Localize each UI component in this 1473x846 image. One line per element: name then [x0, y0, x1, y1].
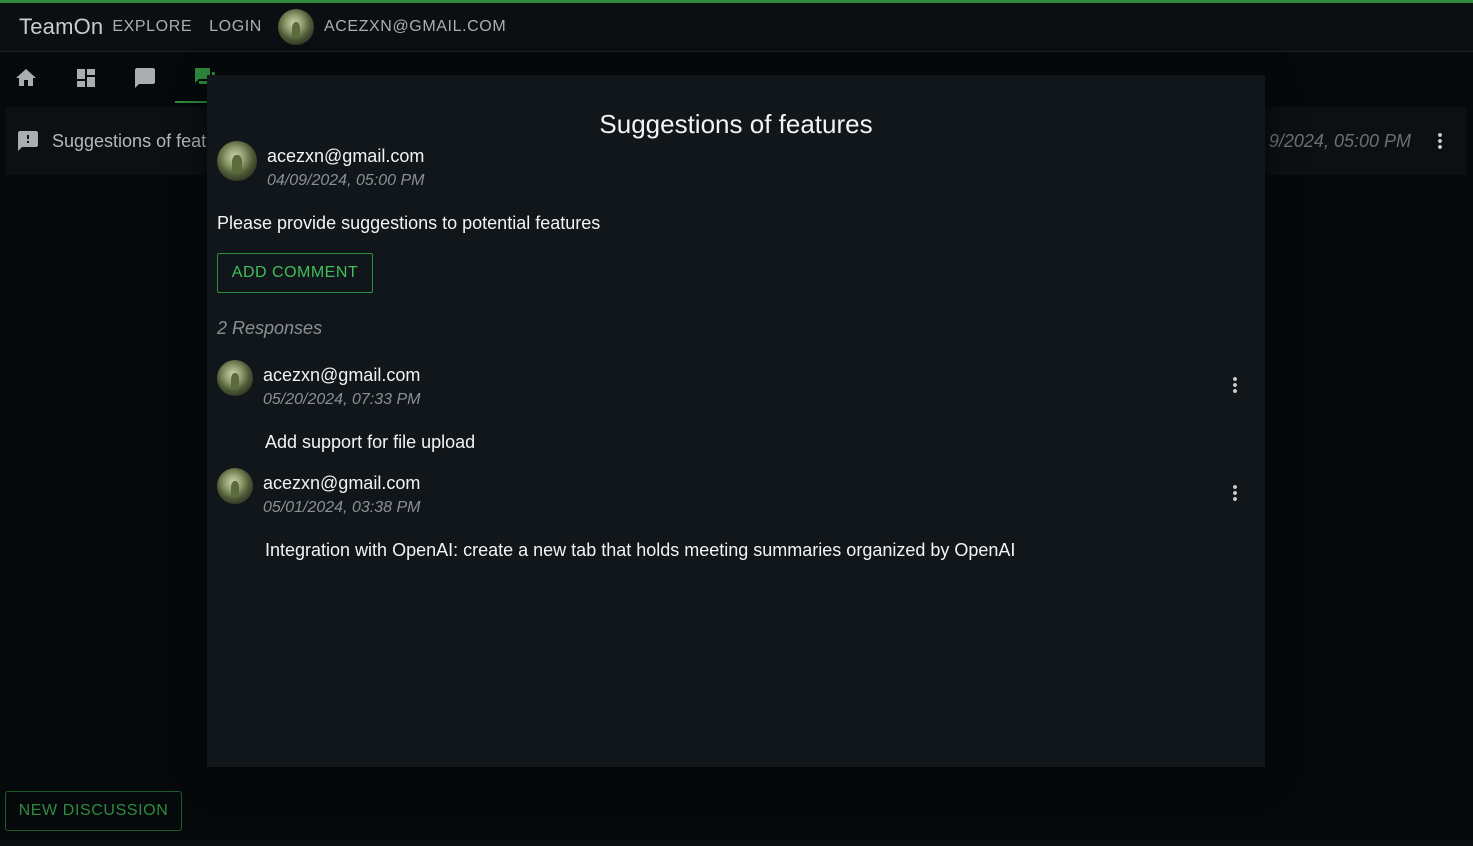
- response-author: acezxn@gmail.com: [263, 365, 421, 385]
- more-vert-icon[interactable]: [1223, 373, 1247, 397]
- more-vert-icon[interactable]: [1428, 129, 1452, 153]
- avatar: [217, 360, 253, 396]
- home-icon: [16, 69, 36, 86]
- chat-icon: [135, 68, 155, 88]
- user-email[interactable]: ACEZXN@GMAIL.COM: [324, 18, 506, 36]
- avatar: [217, 141, 257, 181]
- responses-count: 2 Responses: [217, 318, 323, 338]
- new-discussion-button[interactable]: NEW DISCUSSION: [5, 791, 182, 831]
- discussion-title: Suggestions of feat: [52, 130, 207, 151]
- app-bar: TeamOn EXPLORE LOGIN ACEZXN@GMAIL.COM: [0, 3, 1473, 52]
- nav-login[interactable]: LOGIN: [209, 18, 262, 36]
- avatar: [217, 468, 253, 504]
- response-text: Add support for file upload: [265, 432, 476, 452]
- nav-explore[interactable]: EXPLORE: [112, 18, 192, 36]
- more-vert-icon[interactable]: [1223, 481, 1247, 505]
- response-text: Integration with OpenAI: create a new ta…: [265, 540, 1016, 560]
- response-item: acezxn@gmail.com 05/20/2024, 07:33 PM Ad…: [217, 360, 1247, 453]
- tab-home[interactable]: [1, 53, 51, 103]
- response-timestamp: 05/20/2024, 07:33 PM: [263, 391, 421, 408]
- dashboard-icon: [77, 69, 95, 87]
- avatar[interactable]: [277, 9, 314, 45]
- post-author: acezxn@gmail.com: [267, 146, 425, 166]
- discussion-modal: Suggestions of features acezxn@gmail.com…: [207, 75, 1265, 767]
- post-body: Please provide suggestions to potential …: [217, 213, 601, 233]
- modal-title: Suggestions of features: [599, 109, 873, 139]
- post-header: acezxn@gmail.com 04/09/2024, 05:00 PM: [217, 141, 424, 190]
- tab-dashboard[interactable]: [61, 53, 111, 103]
- response-author: acezxn@gmail.com: [263, 473, 421, 493]
- response-item: acezxn@gmail.com 05/01/2024, 03:38 PM In…: [217, 468, 1247, 561]
- post-timestamp: 04/09/2024, 05:00 PM: [267, 172, 425, 189]
- brand-logo[interactable]: TeamOn: [19, 14, 103, 40]
- discussion-date: 9/2024, 05:00 PM: [1268, 130, 1411, 151]
- add-comment-button[interactable]: ADD COMMENT: [217, 253, 373, 293]
- feedback-icon: [16, 129, 40, 153]
- bottom-strip: [0, 840, 1473, 846]
- tab-chat[interactable]: [120, 53, 170, 103]
- response-timestamp: 05/01/2024, 03:38 PM: [263, 499, 421, 516]
